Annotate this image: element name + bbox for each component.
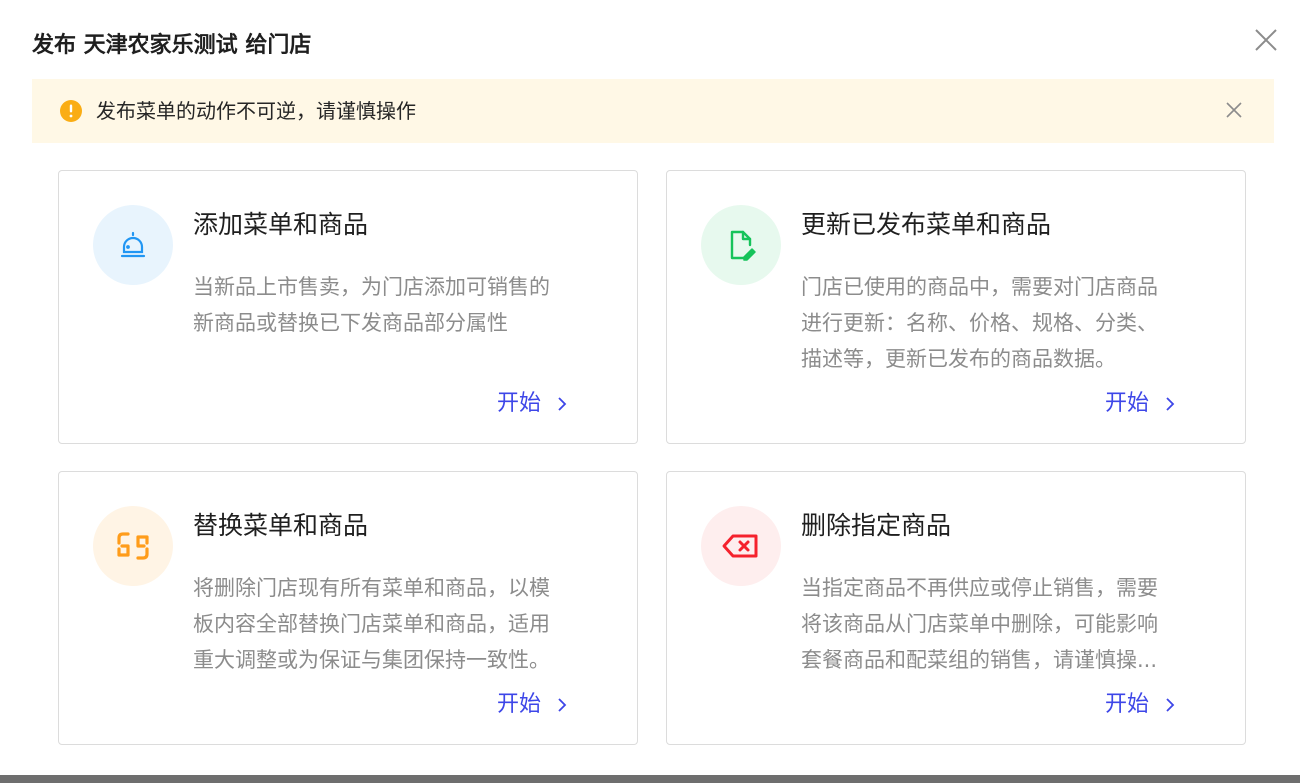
backdrop bbox=[0, 775, 1300, 783]
card-add-menu[interactable]: 添加菜单和商品 当新品上市售卖，为门店添加可销售的 新商品或替换已下发商品部分属… bbox=[58, 170, 638, 444]
start-label: 开始 bbox=[497, 391, 542, 416]
chevron-right-icon bbox=[558, 397, 567, 411]
close-icon[interactable] bbox=[1254, 28, 1278, 52]
card-title: 替换菜单和商品 bbox=[193, 511, 369, 540]
card-delete-items[interactable]: 删除指定商品 当指定商品不再供应或停止销售，需要 将该商品从门店菜单中删除，可能… bbox=[666, 471, 1246, 745]
card-title: 添加菜单和商品 bbox=[193, 210, 369, 239]
warning-alert: 发布菜单的动作不可逆，请谨慎操作 bbox=[32, 79, 1274, 143]
warning-icon bbox=[60, 100, 82, 122]
chevron-right-icon bbox=[558, 698, 567, 712]
card-title: 更新已发布菜单和商品 bbox=[801, 210, 1052, 239]
dialog-title: 发布 天津农家乐测试 给门店 bbox=[32, 33, 312, 58]
card-description: 门店已使用的商品中，需要对门店商品 进行更新：名称、价格、规格、分类、 描述等，… bbox=[801, 275, 1158, 371]
bell-icon bbox=[93, 205, 173, 285]
chevron-right-icon bbox=[1166, 698, 1175, 712]
card-title: 删除指定商品 bbox=[801, 511, 952, 540]
alert-message: 发布菜单的动作不可逆，请谨慎操作 bbox=[96, 99, 416, 123]
swap-icon bbox=[93, 506, 173, 586]
card-replace-menu[interactable]: 替换菜单和商品 将删除门店现有所有菜单和商品，以模 板内容全部替换门店菜单和商品… bbox=[58, 471, 638, 745]
start-button[interactable]: 开始 bbox=[497, 386, 569, 422]
start-button[interactable]: 开始 bbox=[497, 687, 569, 723]
card-description: 将删除门店现有所有菜单和商品，以模 板内容全部替换门店菜单和商品，适用 重大调整… bbox=[193, 576, 550, 672]
start-button[interactable]: 开始 bbox=[1105, 687, 1177, 723]
card-update-menu[interactable]: 更新已发布菜单和商品 门店已使用的商品中，需要对门店商品 进行更新：名称、价格、… bbox=[666, 170, 1246, 444]
start-label: 开始 bbox=[497, 692, 542, 717]
card-description: 当新品上市售卖，为门店添加可销售的 新商品或替换已下发商品部分属性 bbox=[193, 275, 550, 335]
card-description: 当指定商品不再供应或停止销售，需要 将该商品从门店菜单中删除，可能影响 套餐商品… bbox=[801, 576, 1158, 672]
chevron-right-icon bbox=[1166, 397, 1175, 411]
delete-tag-icon bbox=[701, 506, 781, 586]
start-label: 开始 bbox=[1105, 391, 1150, 416]
alert-close-icon[interactable] bbox=[1224, 100, 1244, 120]
file-edit-icon bbox=[701, 205, 781, 285]
publish-dialog: 发布 天津农家乐测试 给门店 发布菜单的动作不可逆，请谨慎操作 添加菜单和商品 bbox=[0, 0, 1300, 775]
start-label: 开始 bbox=[1105, 692, 1150, 717]
start-button[interactable]: 开始 bbox=[1105, 386, 1177, 422]
